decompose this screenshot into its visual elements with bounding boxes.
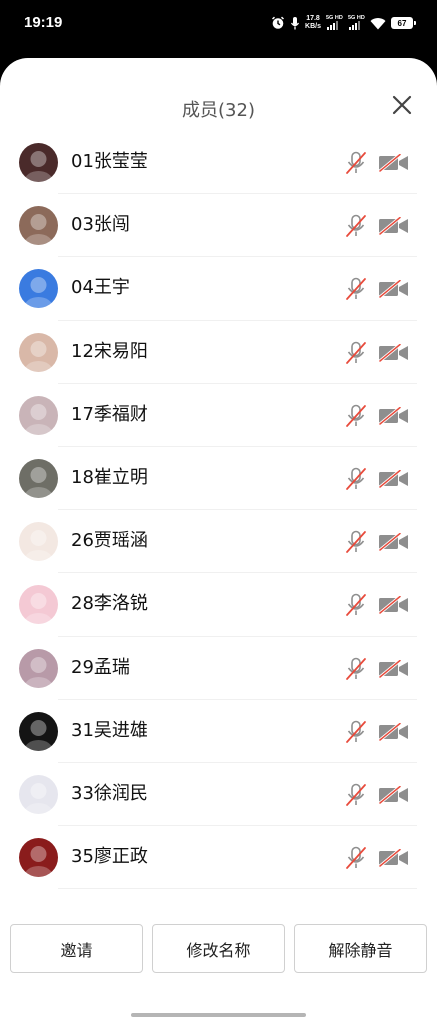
member-row[interactable]: 33徐润民: [0, 763, 437, 827]
member-name: 26贾瑶涵: [71, 530, 148, 552]
rename-button[interactable]: 修改名称: [152, 924, 285, 973]
member-list[interactable]: 01张莹莹 03张闯 04王宇 12宋易阳 17季福财 18崔立明 26贾瑶涵 28李洛锐 29…: [0, 131, 437, 901]
avatar[interactable]: [19, 395, 58, 435]
avatar[interactable]: [19, 838, 58, 878]
member-name: 33徐润民: [71, 782, 148, 804]
signal-1: 5G HD: [326, 15, 343, 31]
avatar[interactable]: [19, 206, 58, 246]
mic-muted-icon[interactable]: [345, 341, 367, 365]
close-icon[interactable]: [391, 94, 413, 116]
camera-off-icon[interactable]: [378, 721, 409, 741]
member-name: 03张闯: [71, 214, 130, 236]
member-row[interactable]: 28李洛锐: [0, 573, 437, 637]
battery-indicator: 67: [391, 17, 416, 29]
avatar[interactable]: [19, 711, 58, 751]
avatar[interactable]: [19, 774, 58, 814]
member-name: 17季福财: [71, 403, 148, 425]
member-row[interactable]: 01张莹莹: [0, 131, 437, 195]
camera-off-icon[interactable]: [378, 216, 409, 236]
camera-off-icon[interactable]: [378, 532, 409, 552]
camera-off-icon[interactable]: [378, 406, 409, 425]
member-name: 12宋易阳: [71, 340, 148, 362]
member-name: 31吴进雄: [71, 719, 148, 741]
mic-icon: [291, 16, 300, 29]
camera-off-icon[interactable]: [378, 342, 409, 362]
camera-off-icon[interactable]: [378, 279, 409, 299]
member-row[interactable]: 26贾瑶涵: [0, 510, 437, 574]
member-name: 35廖正政: [71, 846, 148, 868]
mic-muted-icon[interactable]: [345, 467, 367, 491]
avatar[interactable]: [19, 332, 58, 372]
member-name: 18崔立明: [71, 466, 148, 488]
mic-muted-icon[interactable]: [345, 593, 367, 617]
member-row[interactable]: 31吴进雄: [0, 700, 437, 763]
home-indicator[interactable]: [131, 1013, 306, 1017]
mic-muted-icon[interactable]: [345, 657, 367, 681]
mic-muted-icon[interactable]: [345, 214, 367, 238]
member-row[interactable]: 17季福财: [0, 384, 437, 447]
member-name: 04王宇: [71, 277, 130, 299]
mic-muted-icon[interactable]: [345, 720, 367, 744]
avatar[interactable]: [19, 585, 58, 625]
camera-off-icon[interactable]: [378, 595, 409, 615]
mic-muted-icon[interactable]: [345, 783, 367, 807]
status-time: 19:19: [24, 14, 63, 31]
member-name: 28李洛锐: [71, 593, 148, 615]
avatar[interactable]: [19, 269, 58, 309]
camera-off-icon[interactable]: [378, 658, 409, 678]
member-row[interactable]: 04王宇: [0, 257, 437, 321]
row-divider: [58, 888, 417, 890]
network-speed: 17.8 KB/s: [305, 15, 321, 30]
member-row[interactable]: 35廖正政: [0, 826, 437, 890]
status-bar: 19:19 17.8 KB/s 5G HD 5G HD 67: [0, 0, 437, 56]
mic-muted-icon[interactable]: [345, 846, 367, 870]
mic-muted-icon[interactable]: [345, 530, 367, 554]
camera-off-icon[interactable]: [378, 785, 409, 805]
member-name: 01张莹莹: [71, 151, 148, 172]
mic-muted-icon[interactable]: [345, 151, 367, 175]
mic-muted-icon[interactable]: [345, 277, 367, 301]
member-row[interactable]: 29孟瑞: [0, 637, 437, 700]
avatar[interactable]: [19, 522, 58, 562]
status-icons: 17.8 KB/s 5G HD 5G HD 67: [271, 12, 416, 34]
camera-off-icon[interactable]: [378, 469, 409, 489]
member-name: 29孟瑞: [71, 656, 130, 678]
wifi-icon: [370, 17, 386, 29]
camera-off-icon[interactable]: [378, 153, 409, 173]
unmute-button[interactable]: 解除静音: [294, 924, 427, 973]
alarm-icon: [272, 16, 285, 29]
footer-actions: 邀请 修改名称 解除静音: [0, 924, 437, 974]
avatar[interactable]: [19, 458, 58, 498]
camera-off-icon[interactable]: [378, 848, 409, 868]
signal-2: 5G HD: [348, 15, 365, 31]
member-row[interactable]: 18崔立明: [0, 447, 437, 511]
invite-button[interactable]: 邀请: [10, 924, 143, 973]
member-row[interactable]: 12宋易阳: [0, 321, 437, 384]
sheet-title: 成员(32): [182, 100, 255, 121]
members-sheet: 成员(32) 01张莹莹 03张闯 04王宇 12宋易阳 17季福财 18崔立明 26贾瑶涵…: [0, 58, 437, 1020]
avatar[interactable]: [19, 648, 58, 688]
avatar[interactable]: [19, 143, 58, 182]
mic-muted-icon[interactable]: [345, 404, 367, 428]
member-row[interactable]: 03张闯: [0, 194, 437, 258]
